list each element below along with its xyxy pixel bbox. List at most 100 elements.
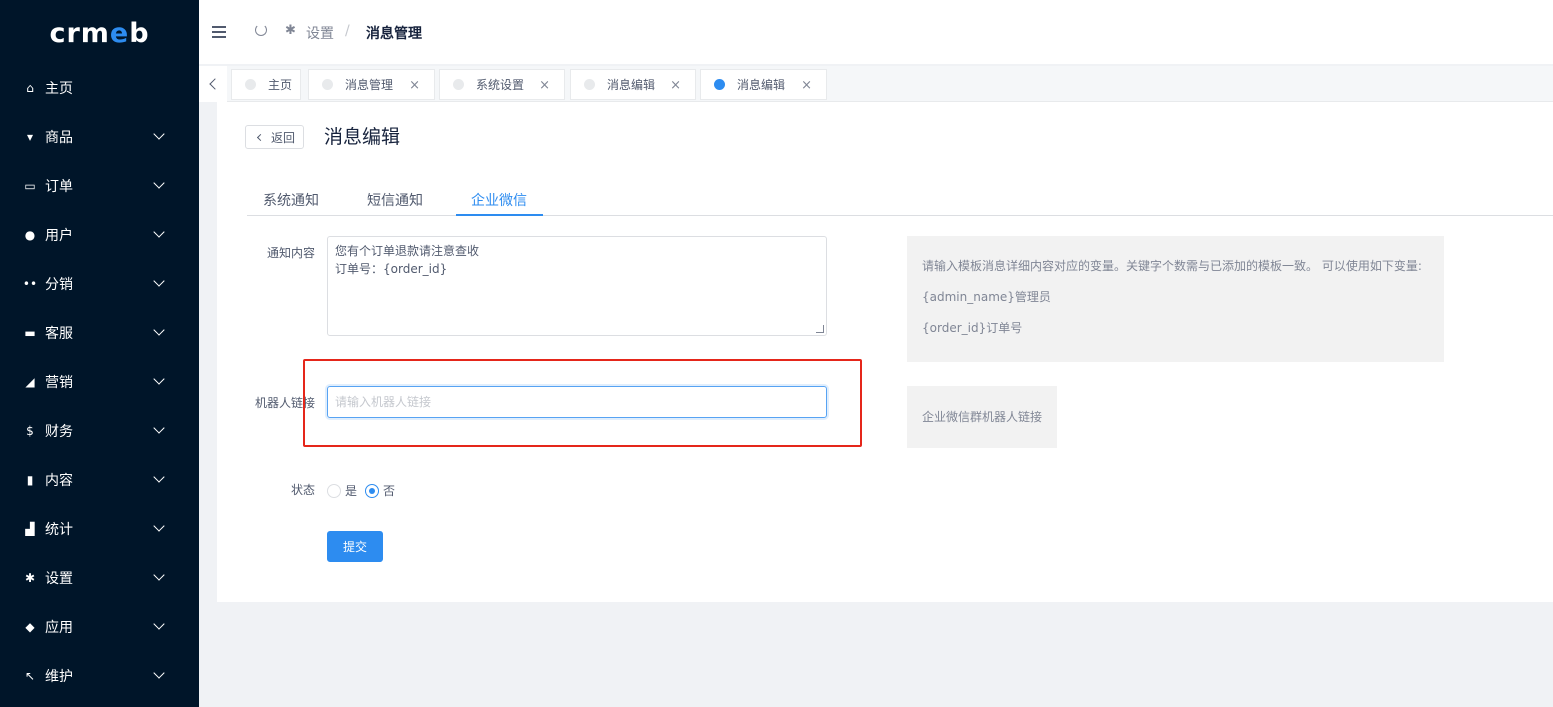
help-line: {admin_name}管理员 [922,290,1051,304]
sidebar-item-label: 用户 [45,227,73,244]
sidebar-item-label: 商品 [45,129,73,146]
tab-label: 消息编辑 [737,78,786,92]
users-group-icon: •• [22,276,38,291]
radio-label: 是 [345,484,358,498]
radio-button[interactable] [327,483,341,498]
tab-system-settings[interactable]: 系统设置 × [439,69,565,100]
tab-status-dot [453,79,464,90]
user-icon: ● [24,227,36,242]
sidebar-item-products[interactable]: ▾ 商品 [0,112,199,161]
robot-link-help: 企业微信群机器人链接 [907,386,1057,448]
tab-label: 消息编辑 [607,78,656,92]
chevron-down-icon [153,569,165,581]
tab-sms-notice[interactable]: 短信通知 [367,190,423,210]
refresh-icon[interactable] [255,24,267,36]
top-header: ✱ 设置 / 消息管理 [199,0,1553,64]
book-icon: ▮ [26,472,34,487]
sidebar-item-label: 主页 [45,80,73,97]
robot-link-label: 机器人链接 [254,396,315,410]
sidebar-item-maintenance[interactable]: ↖ 维护 [0,651,199,700]
tab-status-dot [245,79,256,90]
sidebar-item-label: 财务 [45,423,73,440]
close-icon[interactable]: × [801,78,812,93]
help-line: {order_id}订单号 [922,321,1023,335]
sidebar-item-label: 分销 [45,276,73,293]
chevron-down-icon [153,422,165,434]
chevron-down-icon [153,471,165,483]
sidebar-item-content[interactable]: ▮ 内容 [0,455,199,504]
tab-message-edit[interactable]: 消息编辑 × [570,69,696,100]
sidebar-item-marketing[interactable]: ◢ 营销 [0,357,199,406]
content-tabs: 系统通知 短信通知 企业微信 [247,184,1553,216]
sidebar-item-label: 客服 [45,325,73,342]
breadcrumb-current: 消息管理 [366,26,422,42]
chevron-down-icon [153,373,165,385]
radio-label: 否 [383,484,396,498]
content-textarea[interactable]: 您有个订单退款请注意查收 订单号：{order_id} [327,236,827,336]
chevron-down-icon [153,275,165,287]
radio-button[interactable] [365,483,379,498]
tab-wecom[interactable]: 企业微信 [471,190,527,210]
tabs-bar: 主页 消息管理 × 系统设置 × 消息编辑 × 消息编辑 × [199,66,1553,102]
page-header: 返回 消息编辑 [217,102,1553,164]
tab-status-dot [322,79,333,90]
send-icon: ◢ [25,374,35,389]
sidebar-item-settings[interactable]: ✱ 设置 [0,553,199,602]
tab-label: 系统设置 [476,78,525,92]
back-button-label: 返回 [271,130,296,145]
tab-status-dot [584,79,595,90]
variables-help: 请输入模板消息详细内容对应的变量。关键字个数需与已添加的模板一致。 可以使用如下… [907,236,1444,362]
close-icon[interactable]: × [539,78,550,93]
highlight-box [303,359,862,447]
menu-toggle-icon[interactable] [212,26,226,38]
dollar-icon: $ [26,423,34,438]
resize-handle-icon[interactable] [816,325,824,333]
sidebar-item-label: 统计 [45,521,73,538]
cube-icon: ◆ [25,619,35,634]
tab-message-edit-active[interactable]: 消息编辑 × [700,69,827,100]
tab-label: 消息管理 [345,78,394,92]
status-radio-no[interactable]: 否 [365,482,395,499]
close-icon[interactable]: × [409,78,420,93]
sidebar-item-apps[interactable]: ◆ 应用 [0,602,199,651]
sidebar-item-label: 设置 [45,570,73,587]
tab-label: 主页 [268,78,293,92]
content-label: 通知内容 [266,246,315,260]
form-card: 系统通知 短信通知 企业微信 通知内容 您有个订单退款请注意查收 订单号：{or… [217,164,1553,602]
close-icon[interactable]: × [670,78,681,93]
tab-system-notice[interactable]: 系统通知 [263,190,319,210]
sidebar-item-label: 应用 [45,619,73,636]
sidebar-item-orders[interactable]: ▭ 订单 [0,161,199,210]
submit-button[interactable]: 提交 [327,531,383,562]
sidebar-item-statistics[interactable]: ▟ 统计 [0,504,199,553]
sidebar-item-label: 营销 [45,374,73,391]
hammer-icon: ↖ [24,668,36,683]
status-radio-yes[interactable]: 是 [327,482,357,499]
sidebar-item-label: 维护 [45,668,73,685]
bar-chart-icon: ▟ [25,521,35,536]
chevron-down-icon [153,520,165,532]
help-line: 请输入模板消息详细内容对应的变量。关键字个数需与已添加的模板一致。 可以使用如下… [922,259,1422,273]
chevron-left-icon [256,133,265,141]
tab-message-management[interactable]: 消息管理 × [308,69,435,100]
sidebar: crmeb ⌂ 主页 ▾ 商品 ▭ 订单 ● 用户 •• 分销 ▬ 客服 ◢ 营… [0,0,199,707]
breadcrumb-parent[interactable]: 设置 [306,23,334,43]
sidebar-item-distribution[interactable]: •• 分销 [0,259,199,308]
sidebar-item-finance[interactable]: $ 财务 [0,406,199,455]
sidebar-item-home[interactable]: ⌂ 主页 [0,63,199,112]
page-title: 消息编辑 [324,126,401,148]
sidebar-item-customer-service[interactable]: ▬ 客服 [0,308,199,357]
chevron-down-icon [153,618,165,630]
chevron-down-icon [153,324,165,336]
back-button[interactable]: 返回 [245,125,304,149]
logo[interactable]: crmeb [0,0,199,66]
tab-home[interactable]: 主页 [231,69,301,100]
tabs-scroll-left-button[interactable] [199,66,227,102]
tab-status-dot [714,79,725,90]
gear-icon: ✱ [24,570,36,585]
status-label: 状态 [290,483,315,497]
chevron-down-icon [153,667,165,679]
gear-icon: ✱ [285,23,296,38]
sidebar-item-users[interactable]: ● 用户 [0,210,199,259]
breadcrumb-separator: / [345,23,350,39]
